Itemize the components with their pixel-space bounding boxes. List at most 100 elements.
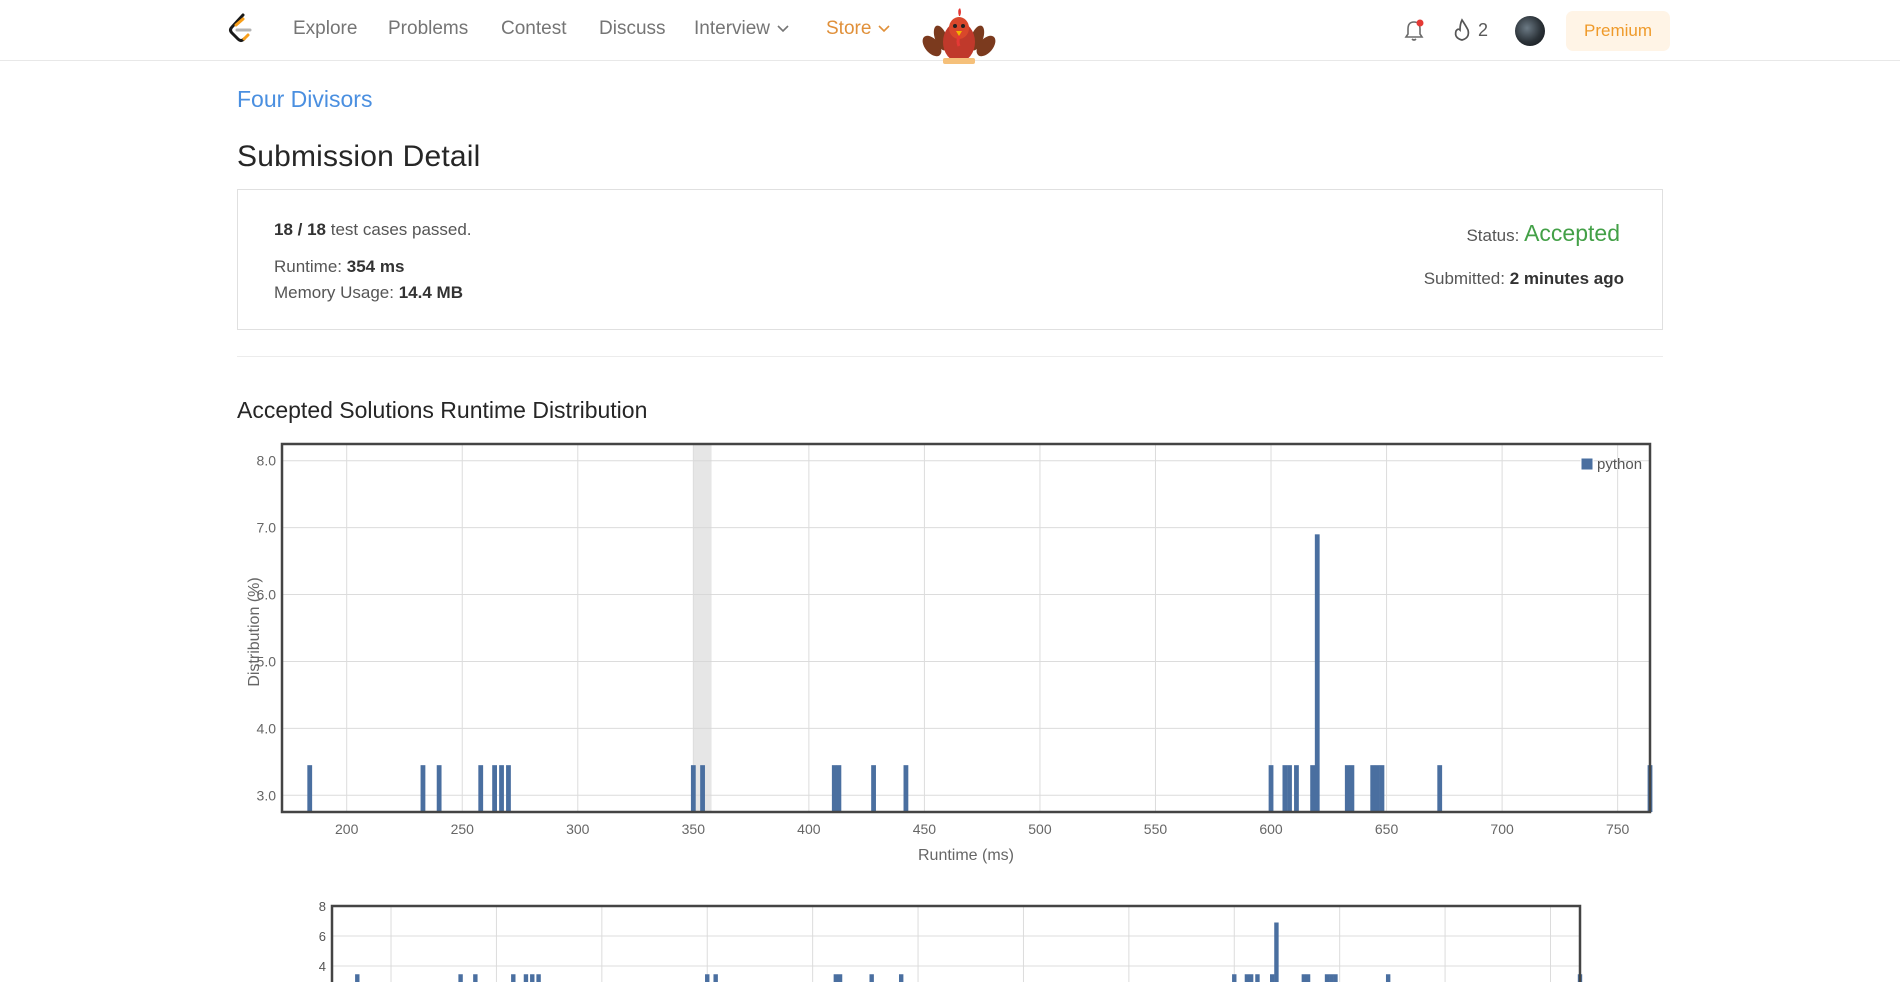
premium-button[interactable]: Premium [1566, 11, 1670, 51]
page-title: Submission Detail [237, 140, 481, 173]
test-cases-summary: 18 / 18 test cases passed. [274, 220, 472, 240]
streak-count[interactable]: 2 [1478, 20, 1488, 41]
mini-distribution-bar [1324, 974, 1330, 982]
distribution-bar[interactable] [1294, 765, 1299, 812]
distribution-bar[interactable] [478, 765, 484, 812]
chart-legend[interactable]: python [1580, 456, 1642, 473]
distribution-bar[interactable] [420, 765, 426, 812]
x-tick-label: 250 [451, 821, 475, 837]
distribution-bar[interactable] [1379, 765, 1385, 812]
submitted-value: 2 minutes ago [1509, 269, 1624, 288]
mini-distribution-bar [355, 974, 360, 982]
distribution-bar[interactable] [1370, 765, 1376, 812]
notification-bell-icon[interactable] [1402, 18, 1426, 44]
mini-chart-grid [332, 905, 1580, 982]
distribution-bar[interactable] [831, 765, 837, 812]
x-axis-ticks: 200 250 300 350 400 450 500 550 600 650 700 750 [335, 821, 1630, 837]
streak-flame-icon[interactable] [1452, 18, 1472, 42]
legend-swatch-python [1580, 457, 1594, 471]
y-axis-label: Distribution (%) [246, 577, 263, 686]
problem-title-link[interactable]: Four Divisors [237, 86, 372, 113]
x-tick-label: 450 [913, 821, 937, 837]
mini-distribution-bar [1244, 974, 1250, 982]
status-badge[interactable]: Accepted [1524, 220, 1620, 246]
mini-distribution-bar [1301, 974, 1307, 982]
mini-distribution-bar [1255, 974, 1260, 982]
x-tick-label: 650 [1375, 821, 1399, 837]
memory-row: Memory Usage: 14.4 MB [274, 283, 463, 303]
distribution-bar[interactable] [1344, 765, 1350, 812]
distribution-bar[interactable] [506, 765, 511, 812]
mini-distribution-bar [523, 974, 529, 982]
mini-y-tick-label: 4 [319, 959, 326, 974]
test-cases-passed-text: test cases passed. [330, 220, 472, 239]
nav-explore[interactable]: Explore [293, 18, 357, 40]
mini-distribution-bar [1333, 974, 1338, 982]
x-tick-label: 700 [1490, 821, 1514, 837]
distribution-bar[interactable] [700, 765, 705, 812]
chevron-down-icon [777, 25, 789, 33]
mini-distribution-bar [705, 974, 710, 982]
turkey-mascot-icon[interactable] [922, 6, 996, 68]
runtime-range-selector-chart[interactable]: 8 6 4 [300, 896, 1600, 982]
mini-distribution-bar [1385, 974, 1391, 982]
distribution-bar[interactable] [499, 765, 504, 812]
mini-distribution-bar [473, 974, 478, 982]
mini-distribution-bar [536, 974, 541, 982]
x-tick-label: 300 [566, 821, 590, 837]
runtime-row: Runtime: 354 ms [274, 257, 404, 277]
nav-interview-label: Interview [694, 18, 771, 39]
distribution-bar[interactable] [903, 765, 909, 812]
y-tick-label: 4.0 [257, 720, 277, 736]
y-tick-label: 3.0 [257, 787, 277, 803]
mini-distribution-bar [530, 974, 535, 982]
legend-label-python: python [1597, 456, 1642, 473]
distribution-bar[interactable] [1287, 765, 1292, 812]
mini-y-tick-label: 8 [319, 899, 326, 914]
runtime-distribution-chart[interactable]: 3.04.05.06.07.08.0 200 250 300 350 400 450 500… [230, 434, 1656, 874]
distribution-bar[interactable] [1349, 765, 1355, 812]
submitted-label: Submitted: [1423, 269, 1505, 288]
current-runtime-highlight [693, 444, 712, 812]
user-avatar[interactable] [1515, 16, 1545, 46]
mini-distribution-bar [1248, 974, 1254, 982]
memory-value: 14.4 MB [398, 283, 463, 302]
distribution-bar[interactable] [836, 765, 842, 812]
submitted-row: Submitted: 2 minutes ago [1424, 269, 1624, 289]
mini-y-tick-label: 6 [319, 929, 326, 944]
x-tick-label: 500 [1028, 821, 1052, 837]
distribution-bar[interactable] [1310, 765, 1316, 812]
distribution-bar[interactable] [1282, 765, 1288, 812]
distribution-bar[interactable] [307, 765, 313, 812]
submission-detail-card: 18 / 18 test cases passed. Runtime: 354 … [237, 189, 1663, 330]
distribution-bar[interactable] [1437, 765, 1443, 812]
distribution-bar[interactable] [1268, 765, 1274, 812]
chart-grid [282, 444, 1650, 812]
leetcode-logo-icon[interactable] [226, 13, 254, 45]
mini-distribution-bar [713, 974, 718, 982]
mini-distribution-bar [1305, 974, 1311, 982]
nav-discuss[interactable]: Discuss [599, 18, 666, 40]
distribution-bar[interactable] [436, 765, 442, 812]
mini-distribution-bar [511, 974, 516, 982]
nav-store[interactable]: Store [826, 18, 891, 40]
chart-bars [307, 534, 1653, 812]
distribution-bar[interactable] [690, 765, 696, 812]
runtime-value: 354 ms [346, 257, 405, 276]
distribution-bar[interactable] [1314, 534, 1320, 812]
mini-chart-bars [355, 922, 1583, 982]
x-axis-label: Runtime (ms) [918, 847, 1014, 864]
distribution-bar[interactable] [492, 765, 497, 812]
y-tick-label: 7.0 [257, 520, 277, 536]
test-cases-passed-count: 18 / 18 [274, 220, 326, 239]
mini-y-axis-ticks: 8 6 4 [319, 899, 326, 974]
nav-contest[interactable]: Contest [501, 18, 566, 40]
nav-interview[interactable]: Interview [694, 18, 790, 40]
nav-problems[interactable]: Problems [388, 18, 468, 40]
distribution-bar[interactable] [871, 765, 876, 812]
x-tick-label: 550 [1144, 821, 1168, 837]
top-navbar: Explore Problems Contest Discuss Intervi… [0, 0, 1900, 64]
mini-chart-frame [330, 904, 1582, 982]
distribution-bar[interactable] [1374, 765, 1380, 812]
nav-discuss-label: Discuss [599, 18, 666, 39]
